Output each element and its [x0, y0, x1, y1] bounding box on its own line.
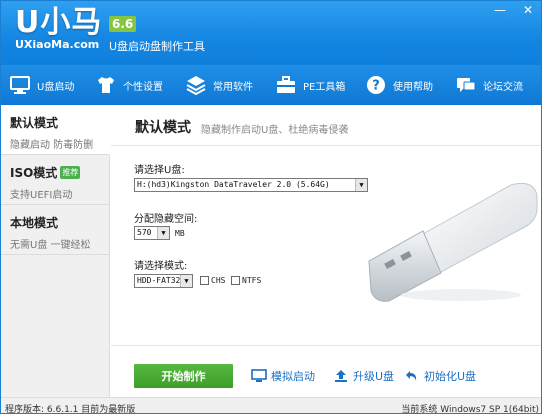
simulate-boot-label: 模拟启动 [271, 370, 315, 383]
upgrade-usb-button[interactable]: 升级U盘 [333, 368, 394, 384]
sidebar-item-default-mode[interactable]: 默认模式 隐藏启动 防毒防删 [1, 105, 110, 155]
sidebar-item-iso-mode[interactable]: ISO模式 推荐 支持UEFI启动 [1, 155, 109, 205]
chevron-down-icon: ▼ [157, 227, 169, 239]
nav-label: 个性设置 [123, 81, 163, 93]
layers-icon [185, 74, 207, 96]
mode-select-value: HDD-FAT32 [137, 276, 181, 285]
version-status: 程序版本: 6.6.1.1 目前为最新版 [5, 405, 136, 414]
hidden-space-unit: MB [175, 229, 185, 238]
toolbox-icon [275, 74, 297, 96]
system-status: 当前系统 Windows7 SP 1(64bit) [401, 405, 539, 414]
sidebar-item-desc: 无需U盘 一键经松 [10, 240, 91, 251]
page-title: 默认模式 [135, 120, 191, 136]
header: U小马 UXiaoMa.com 6.6 U盘启动盘制作工具 — ✕ [1, 1, 541, 65]
sidebar: 默认模式 隐藏启动 防毒防删 ISO模式 推荐 支持UEFI启动 本地模式 无需… [1, 105, 110, 397]
shirt-icon [95, 74, 117, 96]
simulate-boot-button[interactable]: 模拟启动 [251, 368, 315, 384]
chat-icon [455, 74, 477, 96]
mode-select[interactable]: HDD-FAT32 ▼ [134, 274, 193, 288]
sidebar-item-title: ISO模式 [10, 166, 58, 180]
nav-item-software[interactable]: 常用软件 [177, 65, 267, 105]
undo-icon [406, 371, 417, 381]
chevron-down-icon: ▼ [180, 275, 192, 287]
minimize-button[interactable]: — [491, 3, 509, 17]
mode-label: 请选择模式: [134, 261, 188, 272]
app-window: U小马 UXiaoMa.com 6.6 U盘启动盘制作工具 — ✕ U盘启动 个… [0, 0, 542, 414]
upload-icon [335, 370, 347, 382]
nav-item-personalize[interactable]: 个性设置 [87, 65, 177, 105]
divider [111, 145, 541, 146]
top-nav: U盘启动 个性设置 常用软件 PE工具箱 ? 使用帮助 论坛交流 [1, 65, 541, 105]
sidebar-item-desc: 隐藏启动 防毒防删 [10, 140, 94, 151]
nav-label: 使用帮助 [393, 81, 433, 93]
page-hint: 隐藏制作启动U盘、杜绝病毒侵袭 [201, 125, 349, 136]
monitor-icon [9, 74, 31, 96]
logo-sub: UXiaoMa.com [15, 38, 100, 51]
chs-checkbox-box [200, 276, 209, 285]
nav-label: 常用软件 [213, 81, 253, 93]
action-bar: 开始制作 模拟启动 升级U盘 初始化U盘 [111, 345, 541, 397]
version-badge: 6.6 [109, 16, 137, 32]
sidebar-item-local-mode[interactable]: 本地模式 无需U盘 一键经松 [1, 205, 109, 255]
nav-item-help[interactable]: ? 使用帮助 [357, 65, 447, 105]
disk-select-value: H:(hd3)Kingston DataTraveler 2.0 (5.64G) [137, 180, 330, 189]
nav-label: U盘启动 [37, 81, 75, 93]
nav-item-usb-boot[interactable]: U盘启动 [1, 65, 87, 105]
logo: U小马 UXiaoMa.com [15, 5, 103, 52]
start-button[interactable]: 开始制作 [134, 364, 233, 388]
select-disk-label: 请选择U盘: [134, 165, 185, 176]
nav-item-pe-toolbox[interactable]: PE工具箱 [267, 65, 357, 105]
main-panel: 默认模式 隐藏制作启动U盘、杜绝病毒侵袭 请选择U盘: H:(hd3)Kings… [111, 105, 541, 397]
window-controls: — ✕ [491, 3, 537, 17]
recommend-badge: 推荐 [60, 166, 81, 179]
svg-text:?: ? [372, 79, 380, 94]
app-subtitle: U盘启动盘制作工具 [109, 40, 206, 53]
logo-main: U小马 [15, 5, 103, 40]
sidebar-item-title: 本地模式 [10, 216, 59, 230]
nav-item-forum[interactable]: 论坛交流 [447, 65, 537, 105]
sidebar-item-title: 默认模式 [10, 116, 59, 130]
upgrade-usb-label: 升级U盘 [353, 370, 395, 383]
hidden-space-label: 分配隐藏空间: [134, 214, 198, 225]
nav-label: PE工具箱 [303, 81, 346, 93]
sidebar-item-title-row: ISO模式 推荐 [10, 164, 109, 181]
chs-label: CHS [211, 276, 226, 285]
disk-select[interactable]: H:(hd3)Kingston DataTraveler 2.0 (5.64G)… [134, 178, 368, 192]
nav-label: 论坛交流 [483, 81, 523, 93]
init-usb-label: 初始化U盘 [424, 370, 477, 383]
hidden-space-select[interactable]: 570 ▼ [134, 226, 170, 240]
init-usb-button[interactable]: 初始化U盘 [404, 368, 476, 384]
hidden-space-value: 570 [137, 228, 152, 237]
help-icon: ? [365, 74, 387, 96]
status-bar: 程序版本: 6.6.1.1 目前为最新版 当前系统 Windows7 SP 1(… [1, 397, 541, 414]
usb-drive-illustration [368, 182, 538, 302]
close-button[interactable]: ✕ [519, 3, 537, 17]
ntfs-label: NTFS [242, 276, 262, 285]
ntfs-checkbox[interactable]: NTFS [231, 276, 261, 285]
chs-checkbox[interactable]: CHS [200, 276, 225, 285]
ntfs-checkbox-box [231, 276, 240, 285]
monitor-icon [251, 369, 267, 382]
sidebar-item-desc: 支持UEFI启动 [10, 190, 73, 201]
